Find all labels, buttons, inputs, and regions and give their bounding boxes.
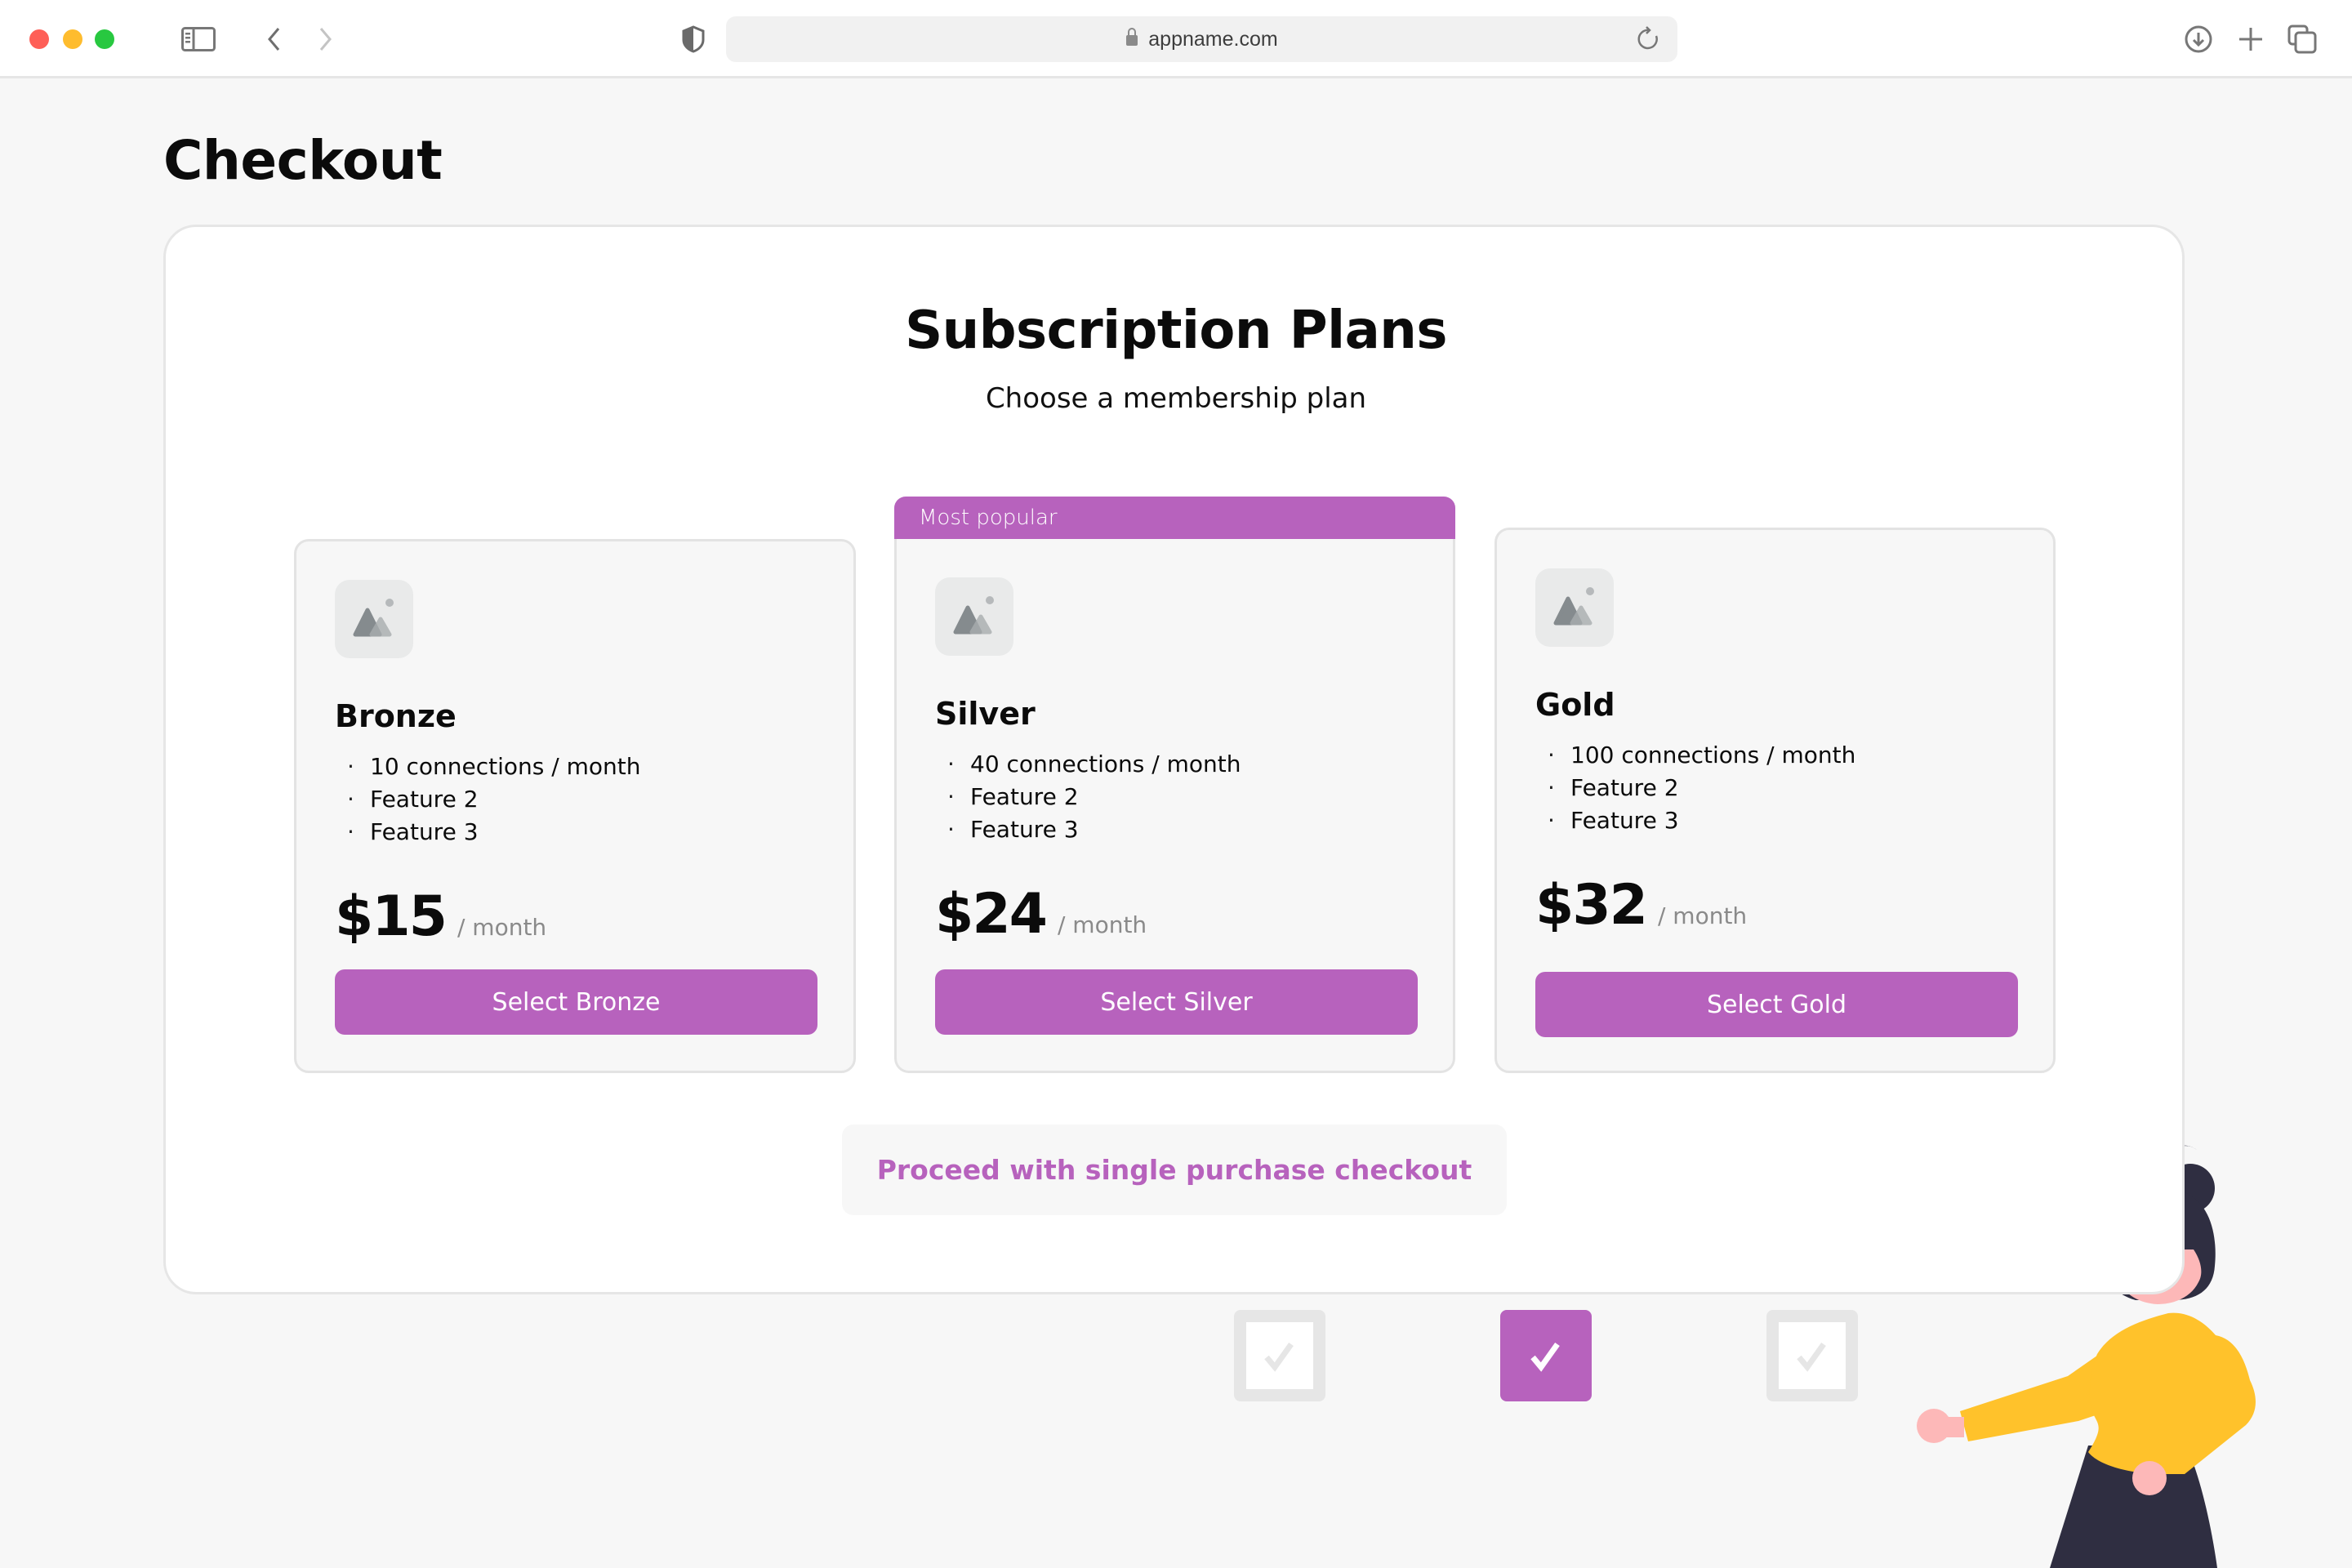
- checkbox-illustration-unchecked: [1766, 1310, 1858, 1401]
- checkmark-icon: [1264, 1342, 1294, 1372]
- price-row: $15 / month: [335, 884, 546, 949]
- single-purchase-checkout-button[interactable]: Proceed with single purchase checkout: [842, 1125, 1507, 1215]
- price: $15: [335, 884, 448, 949]
- plan-card-gold: Gold · 100 connections / month · Feature 2…: [1494, 528, 2056, 1073]
- price-period: / month: [1657, 902, 1748, 929]
- feature-item: · 40 connections / month: [947, 751, 1241, 777]
- most-popular-badge: Most popular: [894, 497, 1455, 539]
- image-placeholder-icon: [1535, 568, 1614, 647]
- feature-list: · 100 connections / month · Feature 2 · Fea…: [1548, 739, 1855, 837]
- checkmark-icon: [1530, 1342, 1560, 1372]
- plans-title: Subscription Plans: [905, 301, 1447, 361]
- price-row: $24 / month: [935, 882, 1147, 947]
- sidebar-icon[interactable]: [180, 21, 216, 57]
- forward-icon[interactable]: [307, 21, 343, 57]
- download-icon[interactable]: [2180, 21, 2216, 57]
- feature-item: · Feature 3: [1548, 807, 1679, 834]
- feature-list: · 40 connections / month · Feature 2 · Feat…: [947, 748, 1241, 846]
- checkbox-illustration-checked: [1500, 1310, 1592, 1401]
- select-gold-button[interactable]: Select Gold: [1535, 972, 2018, 1037]
- feature-item: · 100 connections / month: [1548, 742, 1856, 768]
- plan-card-bronze: Bronze · 10 connections / month · Feature …: [294, 539, 856, 1073]
- feature-item: · Feature 2: [947, 783, 1079, 810]
- price-period: / month: [1057, 911, 1147, 938]
- checkmark-icon: [1797, 1342, 1826, 1372]
- lock-icon: [1125, 27, 1138, 52]
- feature-item: · Feature 3: [947, 816, 1079, 843]
- feature-item: · Feature 3: [347, 818, 479, 845]
- close-window-button[interactable]: [29, 29, 49, 49]
- image-placeholder-icon: [935, 577, 1013, 656]
- url-text: appname.com: [1148, 27, 1278, 51]
- maximize-window-button[interactable]: [95, 29, 114, 49]
- feature-item: · 10 connections / month: [347, 753, 641, 780]
- new-tab-icon[interactable]: [2233, 21, 2269, 57]
- select-silver-button[interactable]: Select Silver: [935, 969, 1418, 1035]
- back-icon[interactable]: [256, 21, 292, 57]
- shield-icon[interactable]: [675, 21, 711, 57]
- price-period: / month: [457, 914, 547, 941]
- select-bronze-button[interactable]: Select Bronze: [335, 969, 817, 1035]
- image-placeholder-icon: [335, 580, 413, 658]
- price-row: $32 / month: [1535, 873, 1747, 938]
- checkbox-illustration-unchecked: [1234, 1310, 1325, 1401]
- feature-item: · Feature 2: [1548, 774, 1679, 801]
- plan-card-silver: Silver · 40 connections / month · Feature …: [894, 539, 1455, 1073]
- address-bar[interactable]: appname.com: [726, 16, 1677, 62]
- right-hand: [2132, 1461, 2167, 1495]
- plan-name: Silver: [935, 696, 1036, 732]
- minimize-window-button[interactable]: [63, 29, 82, 49]
- plans-subtitle: Choose a membership plan: [985, 382, 1367, 415]
- price: $24: [935, 882, 1048, 947]
- reload-icon[interactable]: [1637, 26, 1661, 56]
- shirt: [2088, 1312, 2256, 1474]
- price: $32: [1535, 873, 1648, 938]
- feature-list: · 10 connections / month · Feature 2 · Feat…: [347, 751, 641, 849]
- page-title: Checkout: [163, 129, 443, 192]
- tabs-overview-icon[interactable]: [2284, 21, 2320, 57]
- feature-item: · Feature 2: [347, 786, 479, 813]
- plan-name: Bronze: [335, 698, 457, 734]
- plan-name: Gold: [1535, 687, 1615, 723]
- browser-toolbar: appname.com: [0, 0, 2352, 78]
